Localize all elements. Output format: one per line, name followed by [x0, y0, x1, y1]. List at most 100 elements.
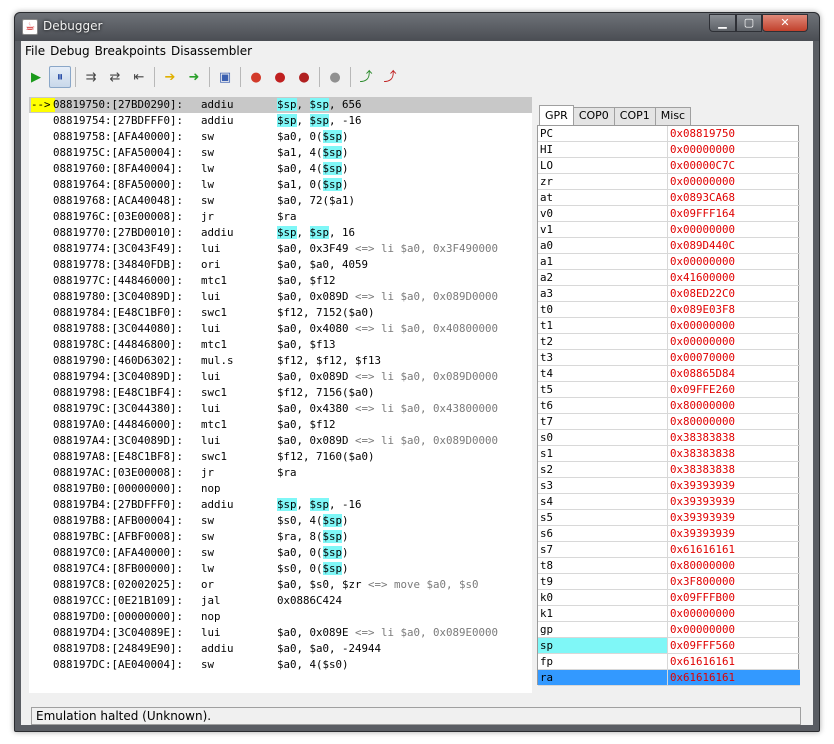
register-row-fp[interactable]: fp 0x61616161: [538, 654, 800, 670]
export-button[interactable]: ⤴: [355, 66, 377, 88]
instruction-row[interactable]: 08819784:[E48C1BF0]: swc1 $f12, 7152($a0): [29, 305, 532, 321]
instruction-row[interactable]: 08819798:[E48C1BF4]: swc1 $f12, 7156($a0): [29, 385, 532, 401]
register-row-ra[interactable]: ra 0x61616161: [538, 670, 800, 686]
pause-button[interactable]: ⏸: [49, 66, 71, 88]
register-row-k0[interactable]: k0 0x09FFFB00: [538, 590, 800, 606]
register-row-s1[interactable]: s1 0x38383838: [538, 446, 800, 462]
instruction-row[interactable]: 088197B0:[00000000]: nop: [29, 481, 532, 497]
step-over-button[interactable]: ⇄: [104, 66, 126, 88]
tab-gpr[interactable]: GPR: [539, 105, 574, 125]
register-row-t0[interactable]: t0 0x089E03F8: [538, 302, 800, 318]
run-to-cursor-button[interactable]: ➜: [183, 66, 205, 88]
breakpoint-add-button[interactable]: ●: [245, 66, 267, 88]
instruction-row[interactable]: 08819754:[27BDFFF0]: addiu $sp, $sp, -16: [29, 113, 532, 129]
breakpoint-clear-button[interactable]: ●: [293, 66, 315, 88]
register-row-t2[interactable]: t2 0x00000000: [538, 334, 800, 350]
instruction-row[interactable]: 088197B4:[27BDFFF0]: addiu $sp, $sp, -16: [29, 497, 532, 513]
register-row-t1[interactable]: t1 0x00000000: [538, 318, 800, 334]
menu-breakpoints[interactable]: Breakpoints: [94, 41, 170, 61]
instruction-row[interactable]: 088197B8:[AFB00004]: sw $s0, 4($sp): [29, 513, 532, 529]
menu-disassembler[interactable]: Disassembler: [170, 41, 256, 61]
tab-misc[interactable]: Misc: [654, 107, 692, 125]
instruction-row[interactable]: 08819774:[3C043F49]: lui $a0, 0x3F49 <=> l…: [29, 241, 532, 257]
instruction-row[interactable]: 088197C8:[02002025]: or $a0, $s0, $zr <=> …: [29, 577, 532, 593]
register-row-pc[interactable]: PC 0x08819750: [538, 126, 800, 142]
close-button[interactable]: ✕: [762, 14, 808, 32]
step-out-button[interactable]: ⇤: [128, 66, 150, 88]
register-row-a2[interactable]: a2 0x41600000: [538, 270, 800, 286]
step-into-button[interactable]: ⇉: [80, 66, 102, 88]
register-row-v1[interactable]: v1 0x00000000: [538, 222, 800, 238]
import-button[interactable]: ⤴: [379, 66, 401, 88]
instruction-row[interactable]: 088197A0:[44846000]: mtc1 $a0, $f12: [29, 417, 532, 433]
register-row-s2[interactable]: s2 0x38383838: [538, 462, 800, 478]
register-row-t6[interactable]: t6 0x80000000: [538, 398, 800, 414]
register-row-at[interactable]: at 0x0893CA68: [538, 190, 800, 206]
register-row-t3[interactable]: t3 0x00070000: [538, 350, 800, 366]
register-row-s7[interactable]: s7 0x61616161: [538, 542, 800, 558]
register-row-t8[interactable]: t8 0x80000000: [538, 558, 800, 574]
register-row-s0[interactable]: s0 0x38383838: [538, 430, 800, 446]
instruction-row[interactable]: 08819760:[8FA40004]: lw $a0, 4($sp): [29, 161, 532, 177]
instruction-row[interactable]: 088197DC:[AE040004]: sw $a0, 4($s0): [29, 657, 532, 673]
instruction-row[interactable]: 08819770:[27BD0010]: addiu $sp, $sp, 16: [29, 225, 532, 241]
register-row-sp[interactable]: sp 0x09FFF560: [538, 638, 800, 654]
instruction-row[interactable]: 08819794:[3C04089D]: lui $a0, 0x089D <=> l…: [29, 369, 532, 385]
instruction-row[interactable]: 08819764:[8FA50000]: lw $a1, 0($sp): [29, 177, 532, 193]
instruction-row[interactable]: 088197AC:[03E00008]: jr $ra: [29, 465, 532, 481]
breakpoint-remove-button[interactable]: ●: [269, 66, 291, 88]
register-row-v0[interactable]: v0 0x09FFF164: [538, 206, 800, 222]
maximize-button[interactable]: ▢: [736, 14, 762, 32]
register-row-s4[interactable]: s4 0x39393939: [538, 494, 800, 510]
instruction-row[interactable]: 08819790:[460D6302]: mul.s $f12, $f12, $f1…: [29, 353, 532, 369]
current-instruction-row[interactable]: --> 08819750:[27BD0290]: addiu $sp, $sp, 65…: [29, 97, 532, 113]
instruction-row[interactable]: 088197D0:[00000000]: nop: [29, 609, 532, 625]
goto-pc-button[interactable]: ➔: [159, 66, 181, 88]
instruction-row[interactable]: 0881978C:[44846800]: mtc1 $a0, $f13: [29, 337, 532, 353]
title-bar[interactable]: ☕ Debugger ▁ ▢ ✕: [15, 13, 819, 41]
register-row-t4[interactable]: t4 0x08865D84: [538, 366, 800, 382]
register-row-s5[interactable]: s5 0x39393939: [538, 510, 800, 526]
register-row-lo[interactable]: LO 0x00000C7C: [538, 158, 800, 174]
tab-cop0[interactable]: COP0: [572, 107, 615, 125]
instruction-row[interactable]: 08819758:[AFA40000]: sw $a0, 0($sp): [29, 129, 532, 145]
instruction-row[interactable]: 088197C0:[AFA40000]: sw $a0, 0($sp): [29, 545, 532, 561]
instruction-row[interactable]: 0881977C:[44846000]: mtc1 $a0, $f12: [29, 273, 532, 289]
instruction-row[interactable]: 0881975C:[AFA50004]: sw $a1, 4($sp): [29, 145, 532, 161]
instruction-row[interactable]: 088197BC:[AFBF0008]: sw $ra, 8($sp): [29, 529, 532, 545]
instruction-row[interactable]: 0881979C:[3C044380]: lui $a0, 0x4380 <=> l…: [29, 401, 532, 417]
register-row-a0[interactable]: a0 0x089D440C: [538, 238, 800, 254]
register-row-s6[interactable]: s6 0x39393939: [538, 526, 800, 542]
register-row-zr[interactable]: zr 0x00000000: [538, 174, 800, 190]
register-row-a1[interactable]: a1 0x00000000: [538, 254, 800, 270]
instruction-row[interactable]: 088197D4:[3C04089E]: lui $a0, 0x089E <=> l…: [29, 625, 532, 641]
register-row-gp[interactable]: gp 0x00000000: [538, 622, 800, 638]
memory-view-button[interactable]: ▣: [214, 66, 236, 88]
instruction-row[interactable]: 088197CC:[0E21B109]: jal 0x0886C424: [29, 593, 532, 609]
instruction-row[interactable]: 088197C4:[8FB00000]: lw $s0, 0($sp): [29, 561, 532, 577]
minimize-button[interactable]: ▁: [709, 14, 736, 32]
instruction-row[interactable]: 08819768:[ACA40048]: sw $a0, 72($a1): [29, 193, 532, 209]
record-button[interactable]: ●: [324, 66, 346, 88]
instruction-row[interactable]: 088197A8:[E48C1BF8]: swc1 $f12, 7160($a0): [29, 449, 532, 465]
instruction-row[interactable]: 08819778:[34840FDB]: ori $a0, $a0, 4059: [29, 257, 532, 273]
instruction-row[interactable]: 088197A4:[3C04089D]: lui $a0, 0x089D <=> l…: [29, 433, 532, 449]
menu-debug[interactable]: Debug: [49, 41, 93, 61]
tab-cop1[interactable]: COP1: [613, 107, 656, 125]
register-row-t9[interactable]: t9 0x3F800000: [538, 574, 800, 590]
register-row-t5[interactable]: t5 0x09FFE260: [538, 382, 800, 398]
run-button[interactable]: ▶: [25, 66, 47, 88]
register-row-t7[interactable]: t7 0x80000000: [538, 414, 800, 430]
instruction-row[interactable]: 0881976C:[03E00008]: jr $ra: [29, 209, 532, 225]
register-row-s3[interactable]: s3 0x39393939: [538, 478, 800, 494]
register-row-hi[interactable]: HI 0x00000000: [538, 142, 800, 158]
register-row-k1[interactable]: k1 0x00000000: [538, 606, 800, 622]
disassembly-view[interactable]: --> 08819750:[27BD0290]: addiu $sp, $sp, 65…: [29, 97, 532, 693]
instruction-row[interactable]: 088197D8:[24849E90]: addiu $a0, $a0, -2494…: [29, 641, 532, 657]
instruction-row[interactable]: 08819788:[3C044080]: lui $a0, 0x4080 <=> l…: [29, 321, 532, 337]
operand-text: ): [342, 562, 349, 575]
register-row-a3[interactable]: a3 0x08ED22C0: [538, 286, 800, 302]
menu-file[interactable]: File: [24, 41, 49, 61]
instruction-row[interactable]: 08819780:[3C04089D]: lui $a0, 0x089D <=> l…: [29, 289, 532, 305]
register-table[interactable]: PC 0x08819750 HI 0x00000000 LO 0x00000C7C zr 0x…: [537, 125, 800, 686]
